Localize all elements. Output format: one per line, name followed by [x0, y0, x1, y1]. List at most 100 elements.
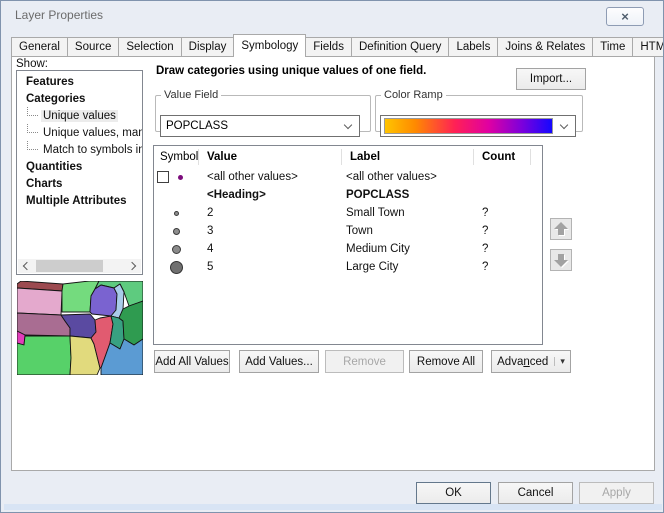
arrow-up-icon — [554, 222, 568, 236]
dialog-bottom-strip — [4, 504, 662, 510]
symbol-cell — [154, 186, 199, 204]
label-cell: Town — [342, 225, 474, 237]
ok-button[interactable]: OK — [416, 482, 491, 504]
scroll-left-button[interactable] — [18, 259, 33, 273]
show-label: Show: — [16, 58, 48, 70]
all-other-values-checkbox[interactable] — [157, 171, 169, 183]
close-icon: × — [621, 10, 629, 23]
symbol-cell — [154, 204, 199, 222]
column-header-count: Count — [474, 149, 531, 165]
table-row[interactable]: 3Town? — [154, 222, 542, 240]
color-ramp-group-label: Color Ramp — [381, 89, 446, 101]
show-item-quantities[interactable]: Quantities — [17, 158, 142, 175]
table-row[interactable]: 4Medium City? — [154, 240, 542, 258]
value-field-selected-value: POPCLASS — [161, 120, 337, 132]
show-item-label: Match to symbols in a — [41, 144, 142, 156]
tab-general[interactable]: General — [11, 37, 68, 57]
table-body: <all other values><all other values><Hea… — [154, 168, 542, 276]
show-item-label: Features — [24, 76, 76, 88]
add-values-button[interactable]: Add Values... — [239, 350, 319, 373]
show-item-charts[interactable]: Charts — [17, 175, 142, 192]
value-field-group: Value Field POPCLASS — [155, 89, 371, 132]
tab-labels[interactable]: Labels — [449, 37, 498, 57]
show-item-multiple-attributes[interactable]: Multiple Attributes — [17, 192, 142, 209]
advanced-button[interactable]: Advanced▾ — [491, 350, 571, 373]
menu-dropdown-icon: ▾ — [554, 357, 565, 366]
count-cell: ? — [474, 243, 531, 255]
add-all-values-button[interactable]: Add All Values — [154, 350, 230, 373]
value-field-select[interactable]: POPCLASS — [160, 115, 360, 137]
cancel-button[interactable]: Cancel — [498, 482, 573, 504]
chevron-left-icon — [23, 262, 31, 270]
tab-joins-relates[interactable]: Joins & Relates — [498, 37, 593, 57]
symbol-cell — [154, 240, 199, 258]
tab-time[interactable]: Time — [593, 37, 633, 57]
map-region — [17, 288, 62, 315]
move-down-button[interactable] — [550, 249, 572, 271]
map-region — [17, 336, 71, 375]
scrollbar-thumb[interactable] — [36, 260, 103, 272]
tab-html-popup[interactable]: HTML Popup — [633, 37, 664, 57]
color-ramp-gradient — [384, 118, 553, 134]
point-symbol-icon — [172, 245, 181, 254]
table-row[interactable]: <all other values><all other values> — [154, 168, 542, 186]
title-bar[interactable]: Layer Properties × — [1, 1, 663, 29]
show-item-label: Categories — [24, 93, 87, 105]
move-up-button[interactable] — [550, 218, 572, 240]
tab-source[interactable]: Source — [68, 37, 119, 57]
value-cell: 2 — [199, 207, 342, 219]
show-item-label: Quantities — [24, 161, 84, 173]
show-item-match-to-symbols-in-a[interactable]: Match to symbols in a — [17, 141, 142, 158]
show-item-unique-values-many[interactable]: Unique values, many — [17, 124, 142, 141]
column-header-label: Label — [342, 149, 474, 165]
arrow-down-icon — [554, 253, 568, 267]
chevron-down-icon — [337, 116, 359, 136]
remove-all-button[interactable]: Remove All — [409, 350, 483, 373]
remove-button[interactable]: Remove — [325, 350, 404, 373]
tab-selection[interactable]: Selection — [119, 37, 181, 57]
tab-bar: GeneralSourceSelectionDisplaySymbologyFi… — [11, 34, 664, 57]
show-tree: Features Categories Unique values Unique va… — [16, 70, 143, 275]
column-header-symbol: Symbol — [154, 149, 199, 165]
color-ramp-group: Color Ramp — [375, 89, 583, 132]
show-item-label: Charts — [24, 178, 64, 190]
tree-connector-icon — [27, 141, 38, 150]
show-item-unique-values[interactable]: Unique values — [17, 107, 142, 124]
unique-values-table: SymbolValueLabelCount <all other values>… — [153, 145, 543, 345]
tree-connector-icon — [27, 107, 38, 116]
tab-definition-query[interactable]: Definition Query — [352, 37, 449, 57]
count-cell: ? — [474, 261, 531, 273]
preview-map-svg — [17, 281, 143, 375]
tree-connector-icon — [27, 124, 38, 133]
label-cell: Large City — [342, 261, 474, 273]
tab-display[interactable]: Display — [182, 37, 235, 57]
label-cell: <all other values> — [342, 171, 474, 183]
value-cell: 3 — [199, 225, 342, 237]
label-cell: Small Town — [342, 207, 474, 219]
show-item-categories[interactable]: Categories — [17, 90, 142, 107]
close-button[interactable]: × — [606, 7, 644, 26]
tab-fields[interactable]: Fields — [306, 37, 352, 57]
tree-horizontal-scrollbar[interactable] — [18, 259, 141, 273]
show-item-features[interactable]: Features — [17, 73, 142, 90]
symbol-cell — [154, 258, 199, 276]
page-heading: Draw categories using unique values of o… — [156, 65, 516, 77]
color-ramp-select[interactable] — [380, 115, 576, 137]
point-symbol-icon — [174, 211, 179, 216]
apply-button[interactable]: Apply — [579, 482, 654, 504]
table-row[interactable]: 5Large City? — [154, 258, 542, 276]
value-cell: 5 — [199, 261, 342, 273]
table-row[interactable]: 2Small Town? — [154, 204, 542, 222]
show-item-label: Multiple Attributes — [24, 195, 129, 207]
symbol-cell — [154, 168, 199, 186]
table-row[interactable]: <Heading>POPCLASS — [154, 186, 542, 204]
tab-symbology[interactable]: Symbology — [233, 34, 306, 57]
layer-properties-dialog: Layer Properties × GeneralSourceSelectio… — [0, 0, 664, 513]
show-tree-items: Features Categories Unique values Unique va… — [17, 73, 142, 259]
window-title: Layer Properties — [15, 8, 103, 22]
value-cell: 4 — [199, 243, 342, 255]
scroll-right-button[interactable] — [126, 259, 141, 273]
symbology-tab-page: Show: Features Categories Unique values Uni… — [11, 56, 655, 471]
show-item-label: Unique values — [41, 110, 118, 122]
import-button[interactable]: Import... — [516, 68, 586, 90]
